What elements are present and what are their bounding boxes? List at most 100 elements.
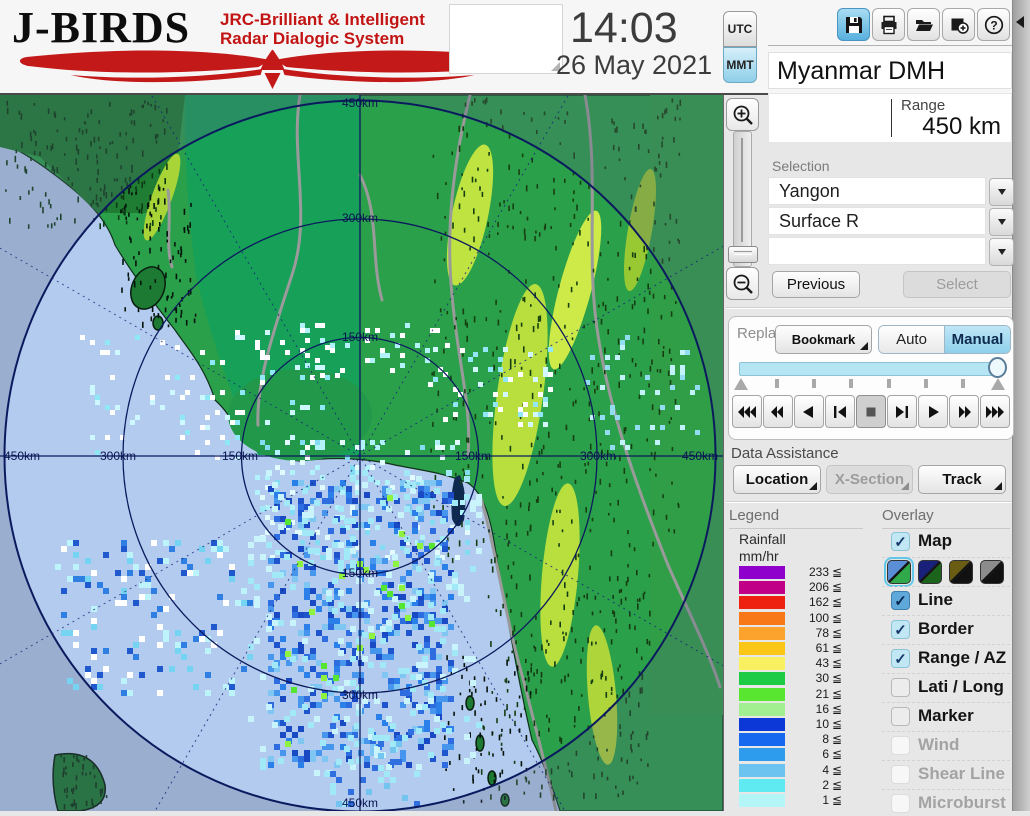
slider-end-marker xyxy=(991,378,1005,390)
ring-label: 150km xyxy=(222,449,258,463)
legend-color-swatch xyxy=(739,566,785,579)
selection-combo-row: Surface R xyxy=(768,207,1014,236)
replay-slider-track[interactable] xyxy=(739,362,999,376)
lte-symbol: ≦ xyxy=(832,595,843,610)
overlay-checkbox[interactable]: ✓ xyxy=(891,649,910,668)
track-button[interactable]: Track xyxy=(918,465,1006,494)
ring-label: 150km xyxy=(342,566,378,580)
delta-area xyxy=(228,369,372,461)
utc-button[interactable]: UTC xyxy=(723,11,757,47)
clock-date: 26 May 2021 xyxy=(556,50,713,80)
rewind-button[interactable] xyxy=(763,395,793,428)
slider-tick xyxy=(775,379,779,388)
step-back-button[interactable] xyxy=(825,395,855,428)
add-image-button[interactable] xyxy=(942,8,975,41)
stop-button[interactable] xyxy=(856,395,886,428)
overlay-item-microburst: Microburst xyxy=(882,789,1010,816)
overlay-checkbox[interactable]: ✓ xyxy=(891,532,910,551)
overlay-checkbox[interactable]: ✓ xyxy=(891,620,910,639)
play-backward-button[interactable] xyxy=(794,395,824,428)
collapse-left-icon[interactable] xyxy=(1016,16,1024,28)
lte-symbol: ≦ xyxy=(832,656,843,671)
slider-tick xyxy=(849,379,853,388)
radar-map[interactable]: 450km 300km 150km 150km 300km 450km 450km 300km… xyxy=(0,22,794,816)
legend-value: 2 xyxy=(822,777,829,792)
help-button[interactable]: ? xyxy=(977,8,1010,41)
zoom-in-button[interactable] xyxy=(726,98,759,131)
lte-symbol: ≦ xyxy=(832,732,843,747)
step-forward-button[interactable] xyxy=(887,395,917,428)
auto-button[interactable]: Auto xyxy=(879,326,945,353)
x-section-button[interactable]: X-Section xyxy=(826,465,913,494)
legend-color-swatch xyxy=(739,763,785,777)
forward-fast-button[interactable] xyxy=(980,395,1010,428)
print-icon xyxy=(881,15,896,34)
overlay-checkbox[interactable] xyxy=(891,707,910,726)
save-button[interactable] xyxy=(837,8,870,41)
combo-value[interactable]: Surface R xyxy=(768,207,986,235)
lte-symbol: ≦ xyxy=(832,625,843,640)
legend-entry: 6 ≦ xyxy=(739,748,854,762)
legend-value: 233 xyxy=(808,565,829,579)
step-back-icon xyxy=(834,405,846,418)
combo-dropdown-button[interactable] xyxy=(989,238,1014,266)
rewind-fast-button[interactable] xyxy=(732,395,762,428)
replay-slider-handle[interactable] xyxy=(988,357,1007,378)
legend-value: 1 xyxy=(822,793,829,807)
combo-dropdown-button[interactable] xyxy=(989,208,1014,236)
overlay-label: Microburst xyxy=(918,793,1006,812)
ring-label: 450km xyxy=(4,449,40,463)
overlay-label: Range / AZ xyxy=(918,648,1007,667)
zoom-slider-thumb[interactable] xyxy=(728,246,758,263)
legend-color-swatch xyxy=(739,778,785,792)
legend-color-swatch xyxy=(739,748,785,762)
overlay-item-line: ✓ Line xyxy=(882,586,1010,613)
slider-tick xyxy=(812,379,816,388)
panel-collapse-strip[interactable] xyxy=(1012,0,1030,811)
legend-entry: 21 ≦ xyxy=(739,687,854,702)
overlay-checkbox[interactable] xyxy=(891,678,910,697)
map-style-swatch-2[interactable] xyxy=(918,560,942,584)
legend-color-swatch xyxy=(739,626,785,640)
replay-mode-toggle: Auto Manual xyxy=(878,325,1011,354)
overlay-title: Overlay xyxy=(882,507,1010,529)
legend-value: 8 xyxy=(822,732,829,747)
zoom-out-button[interactable] xyxy=(726,267,759,300)
chevron-down-icon xyxy=(997,219,1006,225)
location-button[interactable]: Location xyxy=(733,465,821,494)
ring-label: 450km xyxy=(342,96,378,110)
open-folder-button[interactable] xyxy=(907,8,940,41)
play-icon xyxy=(929,405,939,418)
map-style-swatch-1[interactable] xyxy=(884,557,914,587)
overlay-checkbox[interactable]: ✓ xyxy=(891,591,910,610)
legend-value: 43 xyxy=(815,656,829,671)
replay-panel: Replay Bookmark Auto Manual xyxy=(728,316,1014,440)
map-style-swatch-3[interactable] xyxy=(949,560,973,584)
overlay-checkbox xyxy=(891,794,910,813)
zoom-in-icon xyxy=(733,105,753,125)
overlay-item-shear-line: Shear Line xyxy=(882,760,1010,787)
manual-button[interactable]: Manual xyxy=(945,326,1010,353)
lte-symbol: ≦ xyxy=(832,793,843,807)
forward-button[interactable] xyxy=(949,395,979,428)
mmt-button[interactable]: MMT xyxy=(723,47,757,83)
overlay-label: Shear Line xyxy=(918,764,1005,783)
slider-start-marker xyxy=(734,378,748,390)
lte-symbol: ≦ xyxy=(832,580,843,595)
combo-value[interactable]: Yangon xyxy=(768,177,986,205)
lte-symbol: ≦ xyxy=(832,717,843,731)
previous-button[interactable]: Previous xyxy=(772,271,860,298)
print-button[interactable] xyxy=(872,8,905,41)
combo-value[interactable] xyxy=(768,237,986,265)
select-button[interactable]: Select xyxy=(903,271,1011,298)
legend-entry: 10 ≦ xyxy=(739,718,854,732)
play-button[interactable] xyxy=(918,395,948,428)
bookmark-button[interactable]: Bookmark xyxy=(775,325,872,354)
chevron-down-icon xyxy=(997,189,1006,195)
legend-entry: 43 ≦ xyxy=(739,657,854,671)
map-style-swatch-4[interactable] xyxy=(980,560,1004,584)
data-assistance-label: Data Assistance xyxy=(731,445,839,462)
zoom-out-icon xyxy=(733,274,753,294)
combo-dropdown-button[interactable] xyxy=(989,178,1014,206)
legend-value: 100 xyxy=(808,610,829,625)
